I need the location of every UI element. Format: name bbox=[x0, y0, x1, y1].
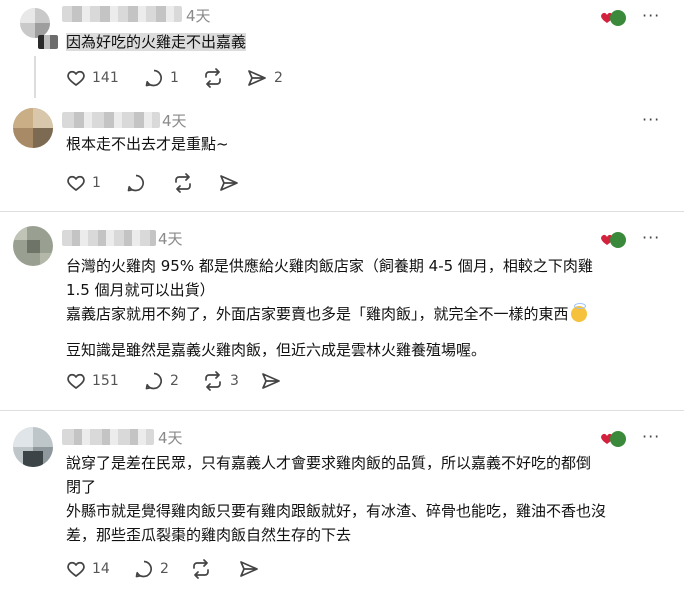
like-button[interactable]: 14 bbox=[66, 558, 110, 580]
reply-count: 1 bbox=[170, 70, 179, 86]
repost-icon bbox=[205, 371, 221, 391]
angel-emoji-icon bbox=[570, 303, 587, 322]
heart-icon bbox=[67, 70, 85, 86]
reply-count: 2 bbox=[170, 373, 179, 389]
like-button[interactable]: 141 bbox=[66, 67, 119, 89]
post-text: 說穿了是差在民眾，只有嘉義人才會要求雞肉飯的品質，所以嘉義不好吃的都倒 閉了 外… bbox=[66, 451, 606, 547]
post-text-line: 因為好吃的火雞走不出嘉義 bbox=[66, 33, 247, 51]
more-icon[interactable]: ··· bbox=[642, 6, 660, 25]
post-text-line: 台灣的火雞肉 95% 都是供應給火雞肉飯店家（飼養期 4-5 個月，相較之下肉雞 bbox=[66, 257, 593, 275]
comment-icon bbox=[145, 372, 162, 390]
reply-post-1: 4天 因為好吃的火雞走不出嘉義 ··· 141 1 2 bbox=[0, 0, 684, 100]
thread-reply-list: 4天 因為好吃的火雞走不出嘉義 ··· 141 1 2 4天 ··· 根本走不出… bbox=[0, 0, 684, 593]
small-avatar-redacted bbox=[38, 35, 58, 49]
more-icon[interactable]: ··· bbox=[642, 427, 660, 446]
username-redacted[interactable] bbox=[62, 429, 154, 445]
repost-button[interactable]: 3 bbox=[202, 370, 239, 392]
post-text: 因為好吃的火雞走不出嘉義 bbox=[66, 30, 247, 54]
share-button[interactable] bbox=[218, 172, 240, 194]
post-time: 4天 bbox=[158, 230, 183, 248]
reply-button[interactable]: 2 bbox=[144, 370, 179, 392]
action-bar: 1 bbox=[66, 172, 266, 194]
repost-button[interactable] bbox=[190, 558, 212, 580]
post-text-line: 外縣市就是覺得雞肉飯只要有雞肉跟飯就好，有冰渣、碎骨也能吃，雞油不香也沒 bbox=[66, 502, 607, 520]
share-count: 2 bbox=[274, 70, 283, 86]
action-bar: 14 2 bbox=[66, 558, 276, 580]
post-text-line: 說穿了是差在民眾，只有嘉義人才會要求雞肉飯的品質，所以嘉義不好吃的都倒 bbox=[66, 454, 592, 472]
post-text-line: 1.5 個月就可以出貨） bbox=[66, 281, 215, 299]
like-count: 14 bbox=[92, 561, 110, 577]
avatar[interactable] bbox=[20, 8, 50, 38]
share-button[interactable] bbox=[260, 370, 282, 392]
reply-count: 2 bbox=[160, 561, 169, 577]
reply-post-3: 4天 ··· 台灣的火雞肉 95% 都是供應給火雞肉飯店家（飼養期 4-5 個月… bbox=[0, 212, 684, 408]
like-button[interactable]: 151 bbox=[66, 370, 119, 392]
repost-button[interactable] bbox=[172, 172, 194, 194]
username-redacted[interactable] bbox=[62, 6, 182, 22]
action-bar: 141 1 2 bbox=[66, 67, 326, 89]
reply-button[interactable]: 2 bbox=[134, 558, 169, 580]
share-icon bbox=[248, 70, 266, 86]
action-bar: 151 2 3 bbox=[66, 370, 296, 392]
post-text: 根本走不出去才是重點~ bbox=[66, 132, 229, 156]
comment-icon bbox=[145, 69, 162, 87]
repost-icon bbox=[175, 173, 191, 193]
repost-count: 3 bbox=[230, 373, 239, 389]
post-right-icons: ··· bbox=[600, 6, 670, 28]
post-right-icons: ··· bbox=[600, 427, 670, 449]
post-text-line-with-emoji: 嘉義店家就用不夠了，外面店家要賣也多是「雞肉飯」，就完全不一樣的東西 bbox=[66, 302, 593, 326]
repost-icon bbox=[205, 68, 221, 88]
reply-button[interactable] bbox=[126, 172, 146, 194]
reply-post-4: 4天 ··· 說穿了是差在民眾，只有嘉義人才會要求雞肉飯的品質，所以嘉義不好吃的… bbox=[0, 411, 684, 593]
post-text-line: 差，那些歪瓜裂棗的雞肉飯自然生存的下去 bbox=[66, 526, 352, 544]
heart-icon bbox=[67, 175, 85, 191]
like-count: 141 bbox=[92, 70, 119, 86]
share-icon bbox=[220, 175, 238, 191]
username-redacted[interactable] bbox=[62, 230, 156, 246]
reply-button[interactable]: 1 bbox=[144, 67, 179, 89]
thread-connector bbox=[34, 56, 36, 98]
avatar[interactable] bbox=[13, 427, 53, 467]
avatar[interactable] bbox=[13, 226, 53, 266]
post-time: 4天 bbox=[158, 429, 183, 447]
like-button[interactable]: 1 bbox=[66, 172, 101, 194]
post-text-line: 根本走不出去才是重點~ bbox=[66, 135, 229, 153]
post-time: 4天 bbox=[186, 7, 211, 25]
post-right-icons: ··· bbox=[600, 228, 670, 250]
more-icon[interactable]: ··· bbox=[642, 228, 660, 247]
username-redacted[interactable] bbox=[62, 112, 160, 128]
post-text-line: 閉了 bbox=[66, 478, 97, 496]
post-time: 4天 bbox=[162, 112, 187, 130]
post-text-line: 嘉義店家就用不夠了，外面店家要賣也多是「雞肉飯」，就完全不一樣的東西 bbox=[66, 305, 569, 323]
comment-icon bbox=[135, 560, 152, 578]
share-button[interactable]: 2 bbox=[246, 67, 283, 89]
share-button[interactable] bbox=[238, 558, 260, 580]
like-count: 151 bbox=[92, 373, 119, 389]
comment-icon bbox=[127, 174, 144, 192]
reaction-emoji-icon bbox=[610, 431, 626, 447]
post-text: 台灣的火雞肉 95% 都是供應給火雞肉飯店家（飼養期 4-5 個月，相較之下肉雞… bbox=[66, 254, 593, 362]
post-text-line: 豆知識是雖然是嘉義火雞肉飯，但近六成是雲林火雞養殖場喔。 bbox=[66, 341, 487, 359]
heart-icon bbox=[67, 561, 85, 577]
repost-button[interactable] bbox=[202, 67, 224, 89]
heart-icon bbox=[67, 373, 85, 389]
reaction-emoji-icon bbox=[610, 232, 626, 248]
repost-icon bbox=[193, 559, 209, 579]
share-icon bbox=[240, 561, 258, 577]
like-count: 1 bbox=[92, 175, 101, 191]
avatar[interactable] bbox=[13, 108, 53, 148]
reaction-emoji-icon bbox=[610, 10, 626, 26]
reply-post-2: 4天 ··· 根本走不出去才是重點~ 1 bbox=[0, 100, 684, 210]
more-icon[interactable]: ··· bbox=[642, 110, 660, 129]
share-icon bbox=[262, 373, 280, 389]
